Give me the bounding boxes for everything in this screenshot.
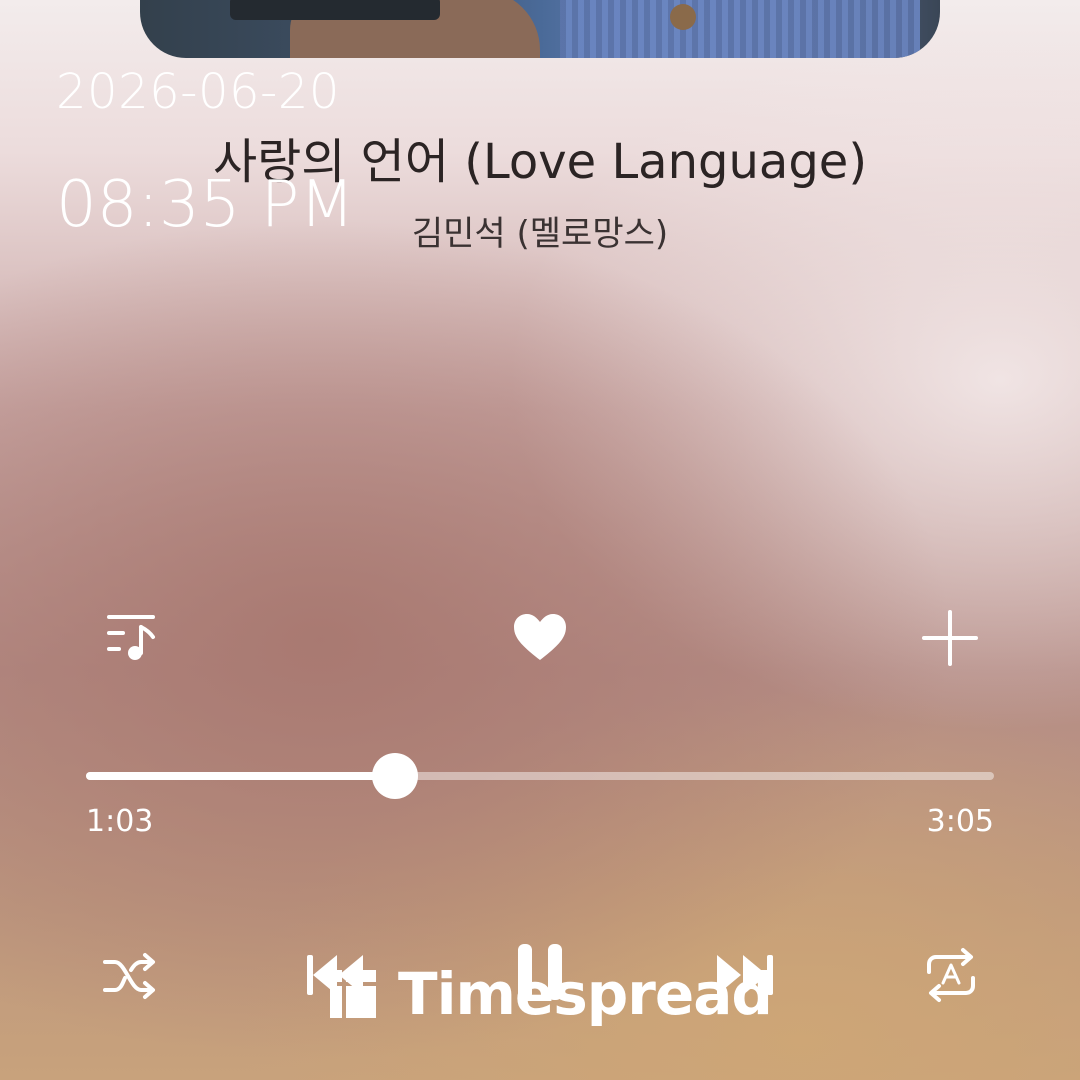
total-duration: 3:05 [926, 804, 994, 839]
album-art-brooch [670, 4, 696, 30]
album-art-book [230, 0, 440, 20]
album-art-sweater [560, 0, 920, 58]
watermark-text: Timespread [398, 960, 773, 1028]
timespread-logo-icon [330, 970, 376, 1018]
add-to-playlist-button[interactable] [918, 606, 982, 670]
like-button[interactable] [508, 606, 572, 670]
heart-icon [514, 614, 566, 660]
shuffle-icon [103, 953, 155, 999]
playlist-button[interactable] [96, 604, 166, 670]
album-art[interactable] [140, 0, 940, 58]
progress-thumb[interactable] [371, 753, 418, 799]
watermark: Timespread [330, 960, 773, 1028]
repeat-auto-icon [927, 948, 975, 1002]
shuffle-button[interactable] [98, 946, 162, 1006]
playlist-music-icon [107, 615, 155, 660]
timestamp-time: 08:35 PM [56, 168, 355, 242]
elapsed-time: 1:03 [86, 804, 154, 839]
repeat-button[interactable] [918, 944, 984, 1006]
progress-fill [86, 772, 395, 780]
timestamp-date: 2026-06-20 [56, 64, 340, 120]
progress-bar[interactable] [86, 753, 994, 799]
plus-icon [922, 610, 978, 666]
